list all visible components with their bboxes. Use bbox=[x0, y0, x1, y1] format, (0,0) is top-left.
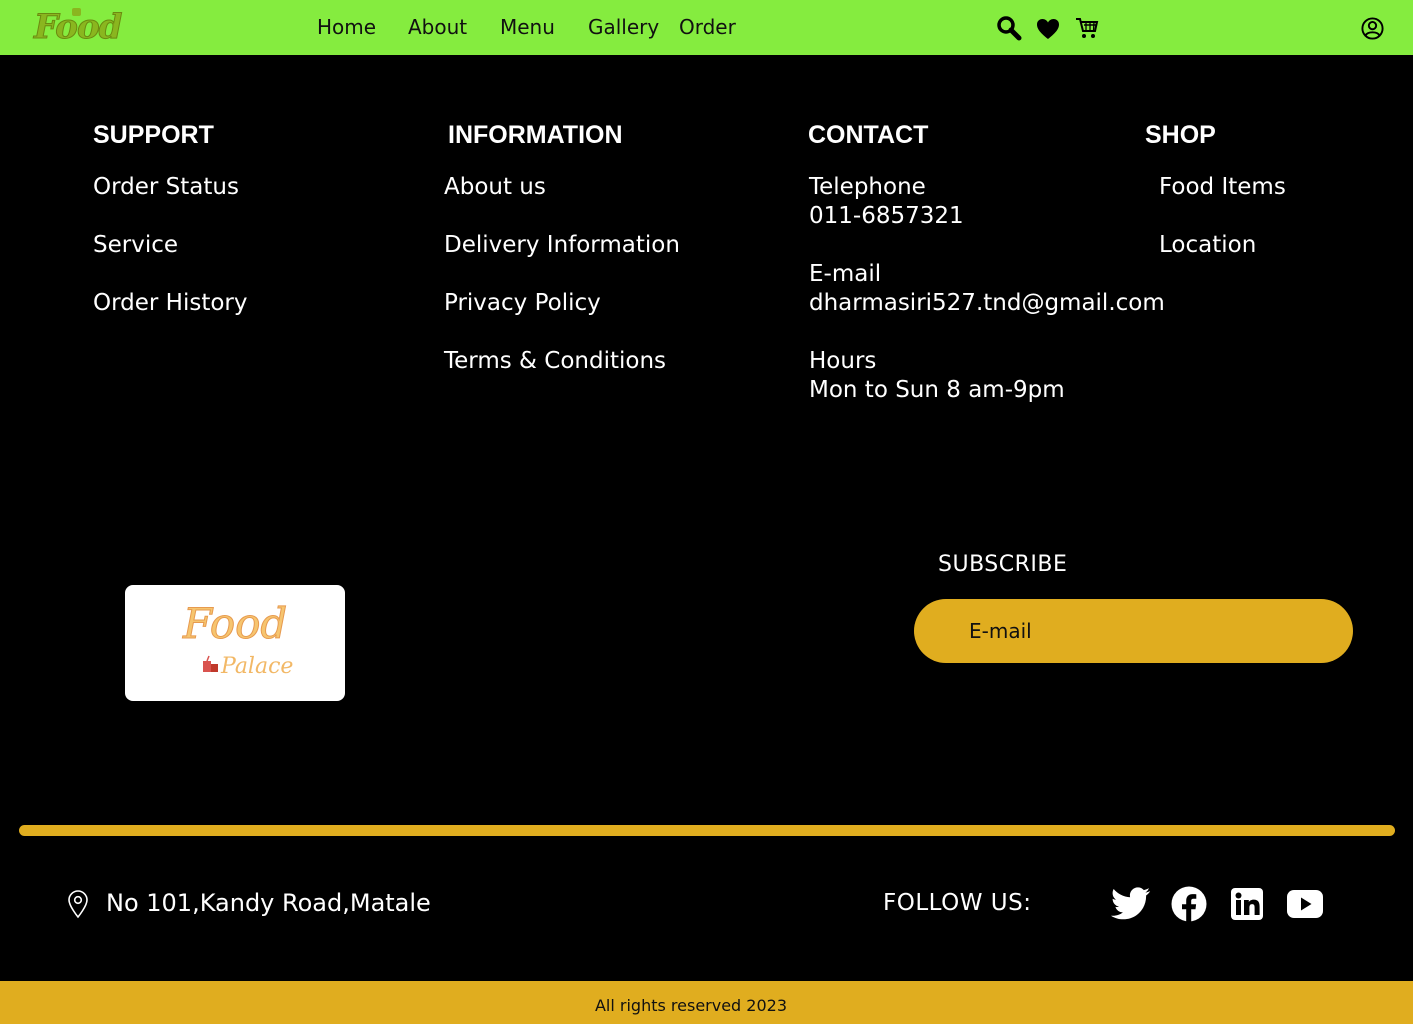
link-terms-conditions[interactable]: Terms & Conditions bbox=[444, 347, 666, 376]
user-icon[interactable] bbox=[1360, 16, 1385, 41]
telephone-label: Telephone bbox=[809, 174, 926, 200]
email-value: dharmasiri527.tnd@gmail.com bbox=[809, 290, 1165, 316]
copyright-bar: All rights reserved 2023 bbox=[0, 981, 1413, 1024]
brand-card-palace: Palace bbox=[221, 654, 294, 679]
link-privacy-policy[interactable]: Privacy Policy bbox=[444, 289, 601, 318]
address-text: No 101,Kandy Road,Matale bbox=[106, 889, 431, 917]
cup-icon bbox=[72, 8, 81, 16]
youtube-icon[interactable] bbox=[1287, 889, 1323, 919]
search-icon[interactable] bbox=[996, 15, 1022, 41]
nav-gallery[interactable]: Gallery bbox=[588, 14, 659, 40]
location-pin-icon bbox=[68, 890, 88, 919]
brand-logo-card: Food Palace bbox=[125, 585, 345, 701]
linkedin-icon[interactable] bbox=[1231, 888, 1263, 920]
brand-card-food: Food bbox=[182, 599, 288, 649]
link-order-status[interactable]: Order Status bbox=[93, 173, 239, 202]
drink-icon bbox=[203, 655, 218, 672]
follow-us-label: FOLLOW US: bbox=[883, 890, 1032, 916]
hours-label: Hours bbox=[809, 348, 877, 374]
hours-value: Mon to Sun 8 am-9pm bbox=[809, 377, 1065, 403]
contact-heading: CONTACT bbox=[808, 121, 929, 149]
nav-menu[interactable]: Menu bbox=[500, 14, 555, 40]
nav-about[interactable]: About bbox=[408, 14, 467, 40]
telephone-value: 011-6857321 bbox=[809, 203, 964, 229]
heart-icon[interactable] bbox=[1035, 16, 1061, 42]
subscribe-label: SUBSCRIBE bbox=[938, 552, 1068, 577]
shop-heading: SHOP bbox=[1145, 121, 1216, 149]
cart-icon[interactable] bbox=[1074, 15, 1100, 41]
support-heading: SUPPORT bbox=[93, 121, 214, 149]
link-order-history[interactable]: Order History bbox=[93, 289, 248, 318]
link-location[interactable]: Location bbox=[1159, 231, 1256, 260]
site-logo[interactable]: Food bbox=[33, 4, 122, 50]
link-about-us[interactable]: About us bbox=[444, 173, 546, 202]
copyright-text: All rights reserved 2023 bbox=[594, 996, 788, 1015]
subscribe-email-input[interactable] bbox=[914, 599, 1353, 663]
link-delivery-information[interactable]: Delivery Information bbox=[444, 231, 680, 260]
nav-home[interactable]: Home bbox=[317, 14, 376, 40]
nav-order[interactable]: Order bbox=[679, 14, 736, 40]
footer-divider bbox=[19, 825, 1395, 836]
facebook-icon[interactable] bbox=[1171, 886, 1207, 922]
email-label: E-mail bbox=[809, 261, 882, 287]
link-service[interactable]: Service bbox=[93, 231, 178, 260]
twitter-icon[interactable] bbox=[1111, 887, 1151, 921]
information-heading: INFORMATION bbox=[448, 121, 623, 149]
link-food-items[interactable]: Food Items bbox=[1159, 173, 1286, 202]
